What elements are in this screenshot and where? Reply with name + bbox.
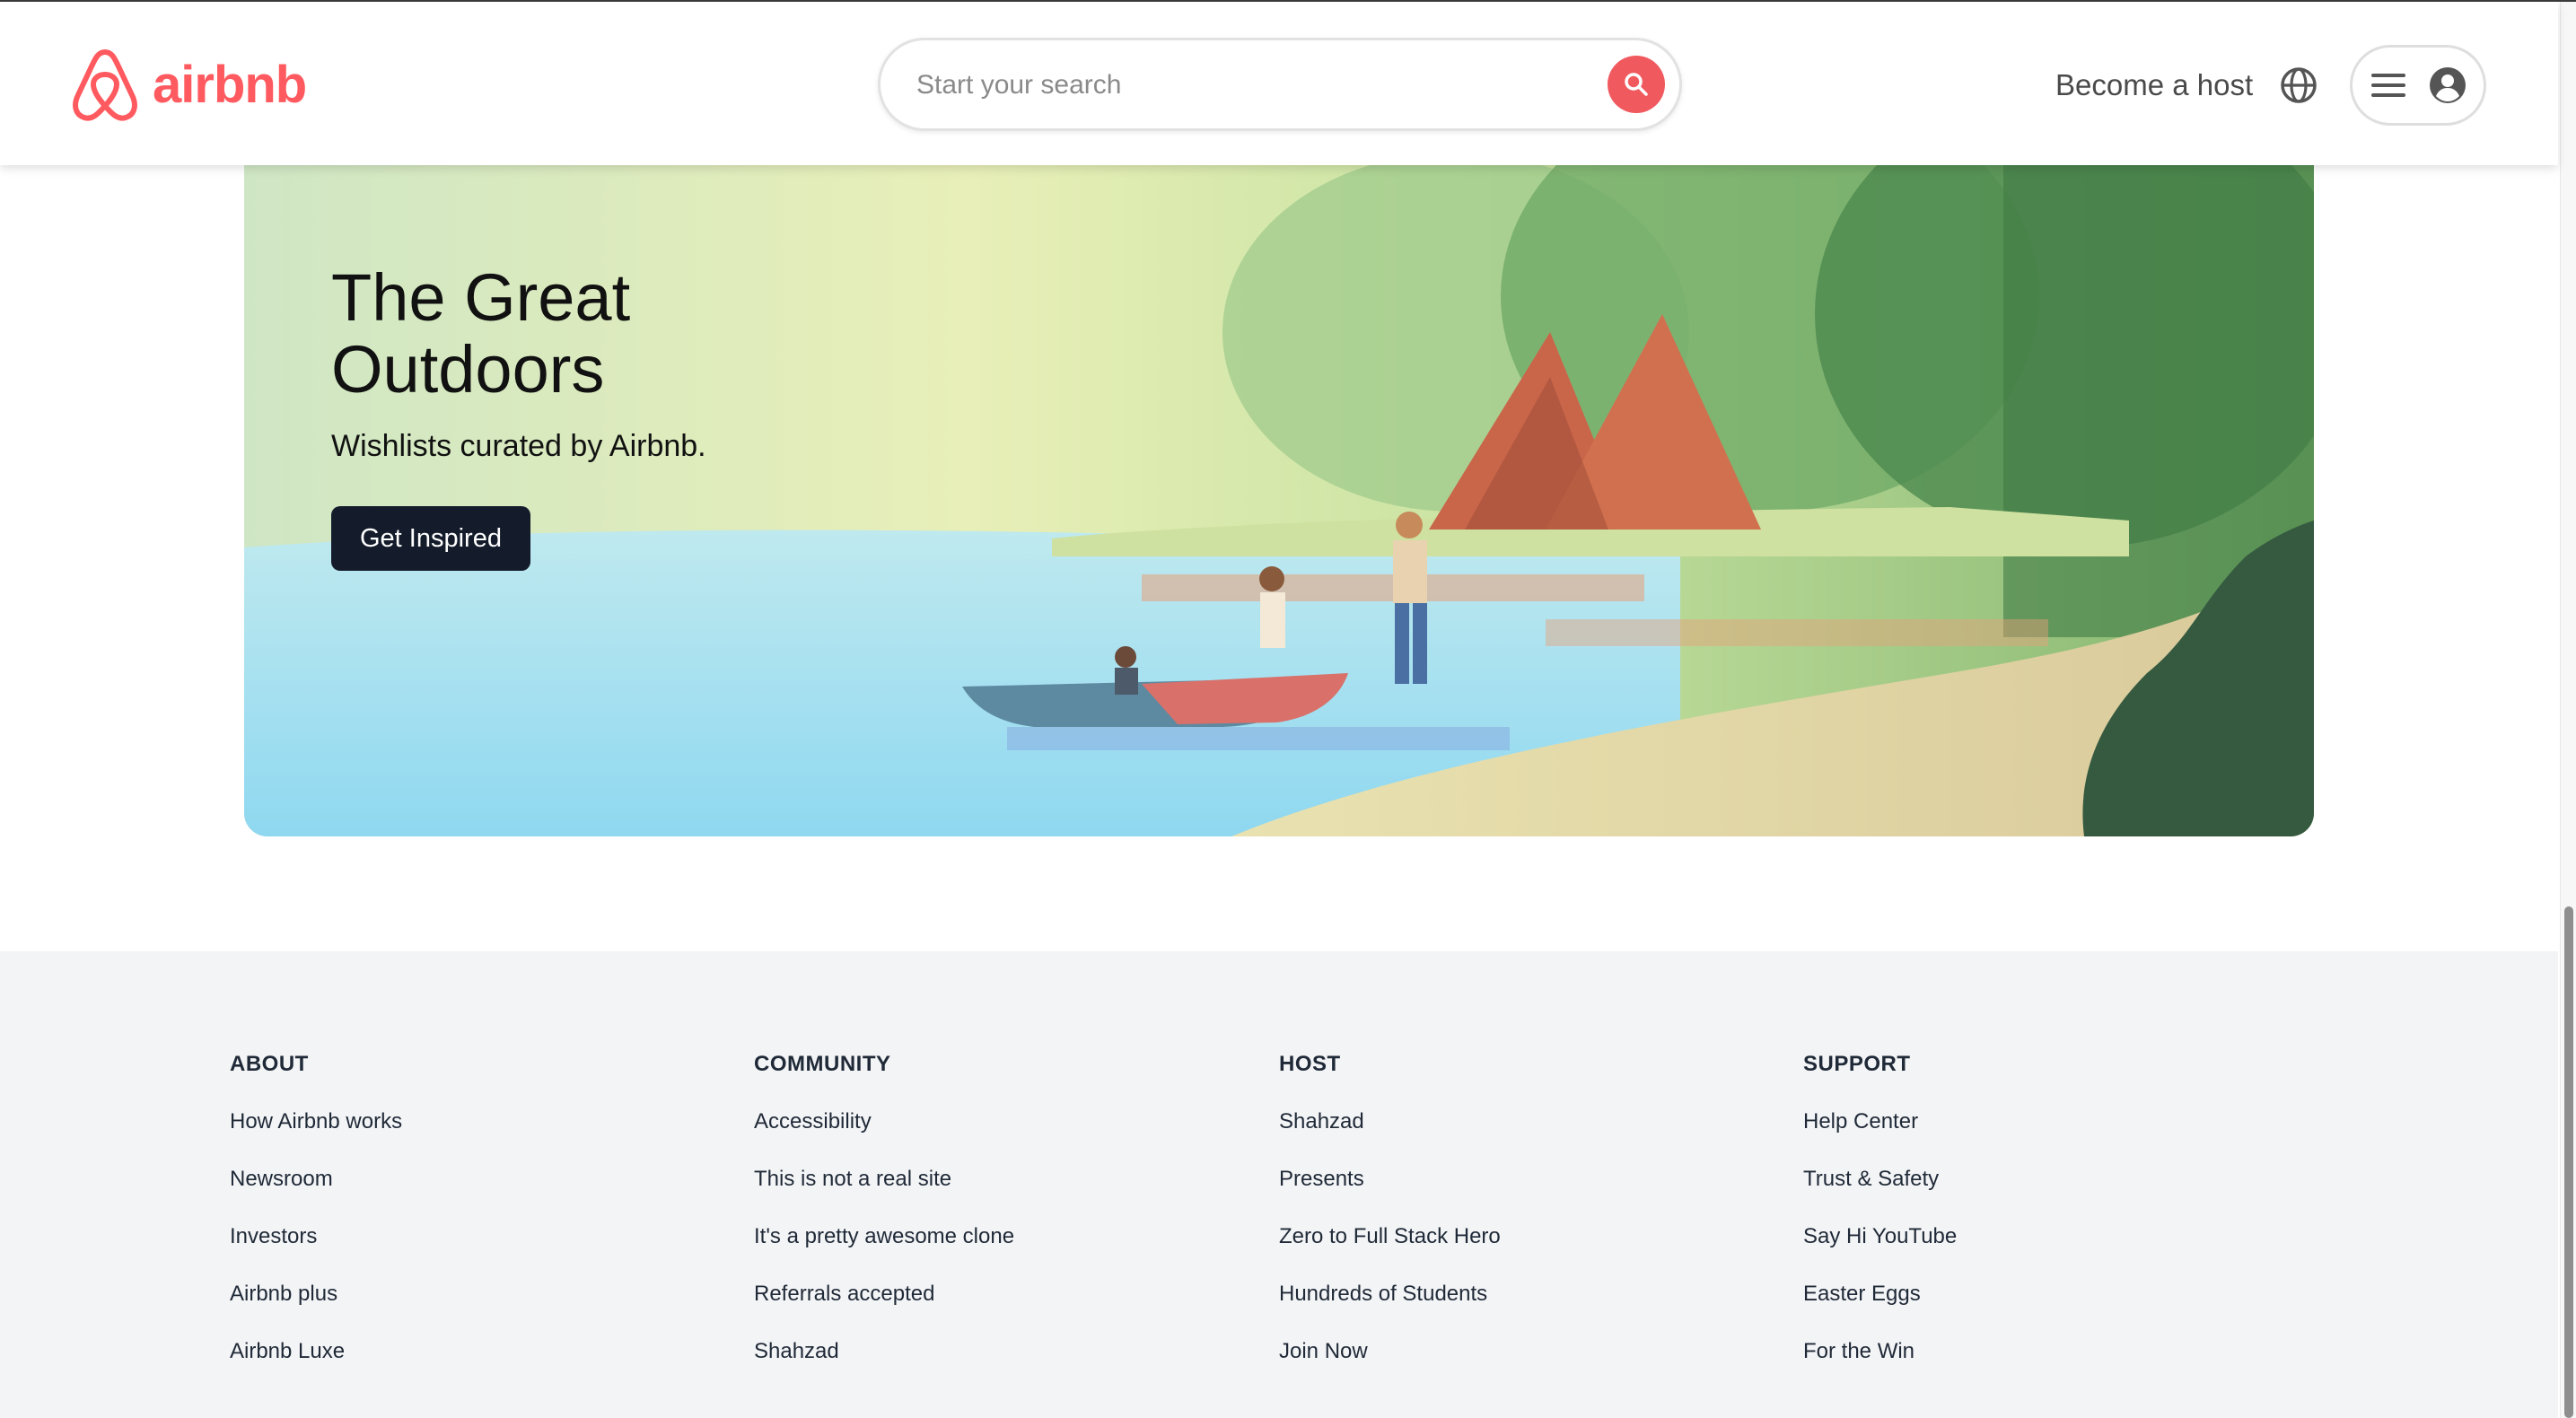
- footer-column-about: ABOUT How Airbnb works Newsroom Investor…: [230, 1052, 402, 1396]
- search-icon: [1625, 73, 1648, 96]
- footer-heading: ABOUT: [230, 1052, 309, 1076]
- footer-link[interactable]: Airbnb plus: [230, 1282, 402, 1339]
- footer-link[interactable]: Hundreds of Students: [1279, 1282, 1501, 1339]
- hero-banner: The Great Outdoors Wishlists curated by …: [244, 135, 2314, 836]
- get-inspired-button[interactable]: Get Inspired: [331, 506, 530, 571]
- footer-column-support: SUPPORT Help Center Trust & Safety Say H…: [1803, 1052, 1957, 1396]
- search-button[interactable]: [1608, 56, 1665, 113]
- footer-heading: HOST: [1279, 1052, 1341, 1076]
- become-host-link[interactable]: Become a host: [2055, 68, 2253, 102]
- footer-link[interactable]: Zero to Full Stack Hero: [1279, 1224, 1501, 1282]
- user-avatar-icon: [2430, 67, 2466, 103]
- search-bar[interactable]: [878, 38, 1682, 131]
- footer-link[interactable]: Easter Eggs: [1803, 1282, 1957, 1339]
- footer-link[interactable]: Help Center: [1803, 1109, 1957, 1167]
- footer: ABOUT How Airbnb works Newsroom Investor…: [0, 951, 2558, 1418]
- footer-link[interactable]: Say Hi YouTube: [1803, 1224, 1957, 1282]
- footer-link[interactable]: It's a pretty awesome clone: [754, 1224, 1014, 1282]
- logo[interactable]: airbnb: [70, 47, 307, 122]
- footer-link[interactable]: For the Win: [1803, 1339, 1957, 1396]
- footer-heading: SUPPORT: [1803, 1052, 1911, 1076]
- globe-icon[interactable]: [2280, 66, 2318, 104]
- search-input[interactable]: [916, 66, 1599, 105]
- user-menu-button[interactable]: [2350, 45, 2486, 126]
- footer-link[interactable]: Newsroom: [230, 1167, 402, 1224]
- footer-heading: COMMUNITY: [754, 1052, 891, 1076]
- hamburger-menu-icon: [2371, 74, 2405, 97]
- footer-column-host: HOST Shahzad Presents Zero to Full Stack…: [1279, 1052, 1501, 1396]
- footer-link[interactable]: Presents: [1279, 1167, 1501, 1224]
- window-top-border: [0, 0, 2576, 2]
- footer-link[interactable]: Shahzad: [754, 1339, 1014, 1396]
- airbnb-belo-icon: [73, 49, 137, 121]
- banner-subtitle: Wishlists curated by Airbnb.: [331, 429, 706, 463]
- great-outdoors-illustration: [244, 135, 2314, 836]
- footer-link[interactable]: Accessibility: [754, 1109, 1014, 1167]
- footer-link[interactable]: This is not a real site: [754, 1167, 1014, 1224]
- footer-link[interactable]: Referrals accepted: [754, 1282, 1014, 1339]
- scrollbar-thumb[interactable]: [2564, 906, 2573, 1418]
- banner-title: The Great Outdoors: [331, 260, 631, 407]
- footer-link[interactable]: Shahzad: [1279, 1109, 1501, 1167]
- page: airbnb Become a host: [0, 0, 2576, 1418]
- footer-column-community: COMMUNITY Accessibility This is not a re…: [754, 1052, 1014, 1396]
- footer-link[interactable]: Airbnb Luxe: [230, 1339, 402, 1396]
- footer-link[interactable]: Join Now: [1279, 1339, 1501, 1396]
- footer-link[interactable]: Trust & Safety: [1803, 1167, 1957, 1224]
- header: airbnb Become a host: [0, 2, 2558, 165]
- footer-link[interactable]: How Airbnb works: [230, 1109, 402, 1167]
- logo-wordmark: airbnb: [153, 55, 307, 114]
- footer-link[interactable]: Investors: [230, 1224, 402, 1282]
